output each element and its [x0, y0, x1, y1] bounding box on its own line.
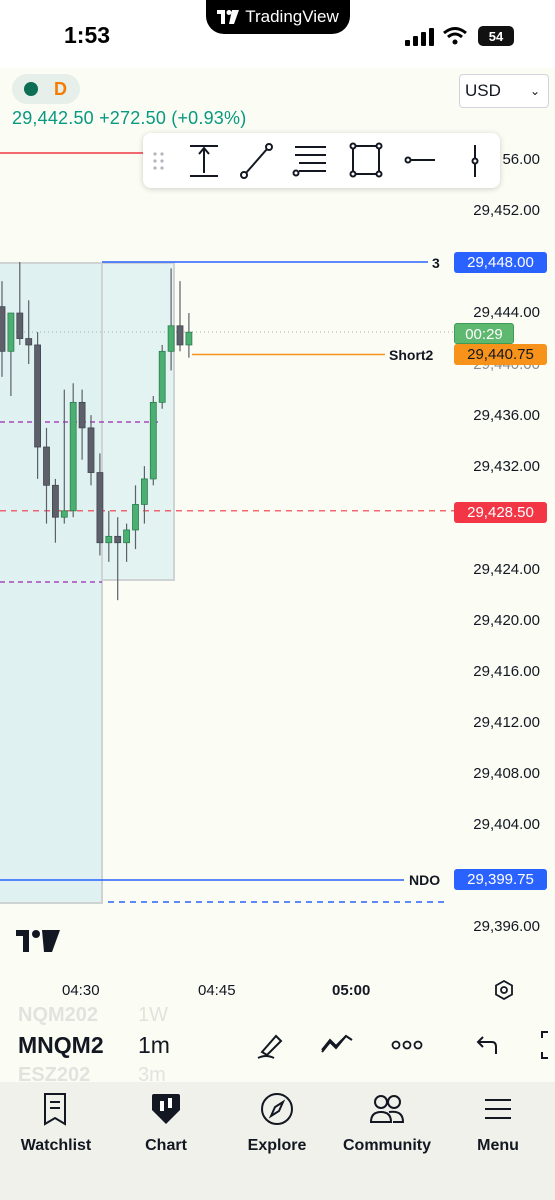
tab-label: Watchlist [20, 1137, 92, 1154]
price-axis-label: 29,416.00 [473, 663, 540, 680]
interval-picker-prev[interactable]: 1W [138, 1004, 168, 1027]
candle[interactable] [87, 427, 95, 473]
candle[interactable] [123, 529, 130, 544]
candle[interactable] [25, 338, 33, 346]
rectangle-tool-icon[interactable] [349, 142, 383, 178]
tradingview-logo-icon [217, 10, 240, 24]
price-axis-label: 29,432.00 [473, 458, 540, 475]
tab-explore[interactable]: Explore [222, 1092, 332, 1155]
candle[interactable] [52, 484, 59, 518]
candle[interactable] [0, 306, 6, 352]
candle[interactable] [158, 350, 166, 403]
candle[interactable] [149, 401, 157, 480]
cellular-signal-icon [405, 28, 434, 46]
candle[interactable] [167, 325, 175, 352]
tab-watchlist[interactable]: Watchlist [1, 1092, 111, 1155]
range-box-left[interactable] [0, 262, 103, 904]
price-axis-label: 29,404.00 [473, 816, 540, 833]
symbol-status-pill[interactable]: D [12, 74, 80, 104]
community-icon [369, 1095, 405, 1123]
price-axis-label: 29,424.00 [473, 561, 540, 578]
price-axis-label: 29,408.00 [473, 765, 540, 782]
candle[interactable] [132, 504, 139, 531]
battery-level: 54 [488, 28, 504, 44]
candle[interactable] [140, 478, 148, 505]
indicators-icon[interactable] [320, 1032, 354, 1056]
tab-label: Chart [145, 1137, 187, 1154]
candle[interactable] [69, 401, 77, 512]
price-axis-label: 29,444.00 [473, 304, 540, 321]
island-brand: TradingView [245, 7, 339, 26]
chart-settings-icon[interactable] [494, 980, 514, 1000]
draw-pen-icon[interactable] [256, 1030, 286, 1060]
more-options-icon[interactable] [391, 1040, 423, 1050]
trend-line-tool-icon[interactable] [240, 143, 273, 179]
price-axis-label: 29,436.00 [473, 407, 540, 424]
chevron-down-icon: ⌄ [529, 84, 540, 98]
battery-icon: 54 [478, 26, 514, 46]
candle[interactable] [185, 331, 193, 346]
wifi-icon [443, 27, 467, 45]
compass-icon [261, 1093, 293, 1125]
market-status-icon [24, 82, 38, 96]
time-axis-label: 04:45 [198, 982, 236, 999]
candle[interactable] [176, 325, 184, 346]
price-axis-label: 29,412.00 [473, 714, 540, 731]
price-axis-label: 56.00 [502, 151, 540, 168]
interval-badge: D [54, 78, 67, 99]
candle[interactable] [16, 312, 24, 339]
symbol-picker[interactable]: MNQM2 [18, 1032, 112, 1059]
price-axis-label: 29,452.00 [473, 202, 540, 219]
horizontal-ray-tool-icon[interactable] [404, 156, 436, 164]
chart-tab-icon [152, 1094, 180, 1124]
undo-icon[interactable] [474, 1034, 498, 1056]
tab-label: Menu [477, 1137, 519, 1154]
tab-chart[interactable]: Chart [111, 1092, 221, 1155]
candle[interactable] [34, 344, 41, 448]
currency-value: USD [465, 81, 501, 100]
last-price-line: 29,442.50 +272.50 (+0.93%) [12, 108, 247, 128]
candle[interactable] [96, 472, 104, 544]
interval-picker[interactable]: 1m [138, 1032, 170, 1059]
candle[interactable] [43, 446, 50, 486]
line-label-short2: Short2 [389, 347, 434, 363]
candle[interactable] [105, 535, 113, 544]
drawing-toolbar [143, 133, 500, 188]
fib-tool-icon[interactable] [292, 146, 327, 177]
dynamic-island: TradingView [206, 0, 350, 34]
vertical-line-tool-icon[interactable] [471, 145, 479, 177]
candle[interactable] [114, 535, 122, 544]
menu-icon [485, 1099, 511, 1119]
candle[interactable] [7, 312, 15, 352]
status-time: 1:53 [64, 22, 111, 48]
countdown-tag: 00:29 [454, 323, 514, 344]
bottom-tab-bar: Watchlist Chart Explore Community Menu [0, 1082, 555, 1200]
price-tag-line3: 29,448.00 [454, 252, 547, 273]
price-tag-red: 29,428.50 [454, 502, 547, 523]
symbol-interval-bar: NQM202 MNQM2 ESZ202 1W 1m 3m [0, 1004, 555, 1086]
time-axis-label: 05:00 [332, 982, 371, 999]
tab-community[interactable]: Community [332, 1092, 442, 1155]
drag-handle-icon[interactable] [153, 152, 164, 170]
time-axis-label: 04:30 [62, 982, 100, 999]
line-label-ndo: NDO [409, 872, 441, 888]
tab-label: Explore [247, 1137, 307, 1154]
currency-select[interactable]: USD ⌄ [459, 74, 549, 108]
tab-menu[interactable]: Menu [443, 1092, 553, 1155]
price-tag-ndo: 29,399.75 [454, 869, 547, 890]
price-axis-label: 29,396.00 [473, 918, 540, 935]
status-bar: 1:53 TradingView 54 [0, 0, 555, 68]
tradingview-watermark-icon [16, 930, 60, 952]
candle[interactable] [60, 510, 68, 518]
fullscreen-icon[interactable] [538, 1030, 555, 1060]
tab-label: Community [343, 1137, 431, 1154]
symbol-picker-prev[interactable]: NQM202 [18, 1004, 98, 1027]
price-tag-short2: 29,440.75 [454, 344, 547, 365]
measure-tool-icon[interactable] [190, 145, 218, 177]
candle[interactable] [78, 401, 86, 429]
watchlist-icon [44, 1093, 66, 1126]
line-label-3: 3 [432, 255, 440, 271]
price-axis-label: 29,420.00 [473, 612, 540, 629]
